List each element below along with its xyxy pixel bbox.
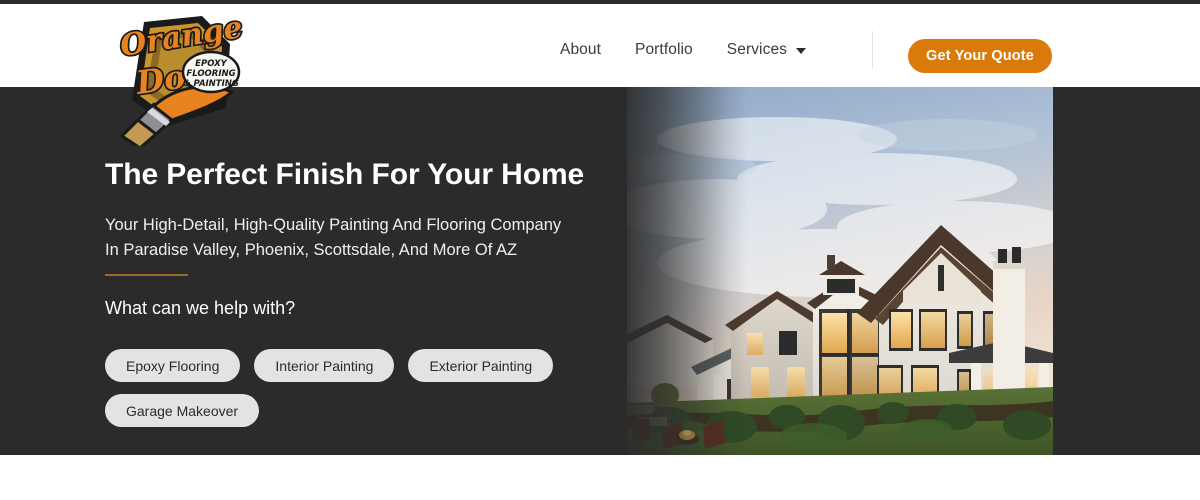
logo-badge-line-3: & PAINTING bbox=[183, 79, 239, 89]
service-chip-group: Epoxy Flooring Interior Painting Exterio… bbox=[105, 349, 605, 427]
logo-badge-line-2: FLOORING bbox=[186, 69, 235, 79]
chevron-down-icon bbox=[796, 47, 807, 54]
below-hero-band bbox=[0, 455, 1200, 500]
hero-prompt: What can we help with? bbox=[105, 298, 296, 318]
orange-door-logo-icon[interactable]: Orange Door EPOXY FLOORING & PAINTING bbox=[98, 8, 248, 146]
landing-page: About Portfolio Services Get Your Quote bbox=[0, 0, 1200, 500]
logo-badge-line-1: EPOXY bbox=[195, 59, 228, 69]
hero-photo bbox=[627, 87, 1053, 455]
hero-subtitle: Your High-Detail, High-Quality Painting … bbox=[105, 213, 625, 263]
header-divider bbox=[872, 31, 873, 69]
nav-item-about[interactable]: About bbox=[560, 41, 601, 59]
nav-item-label: Portfolio bbox=[635, 40, 693, 58]
get-quote-button[interactable]: Get Your Quote bbox=[908, 39, 1052, 73]
nav-item-label: Services bbox=[726, 40, 788, 58]
nav-item-label: About bbox=[560, 40, 602, 58]
hero-subtitle-line-2: In Paradise Valley, Phoenix, Scottsdale,… bbox=[105, 241, 518, 259]
service-chip-epoxy-flooring[interactable]: Epoxy Flooring bbox=[105, 349, 241, 382]
accent-divider bbox=[105, 274, 188, 276]
primary-nav: About Portfolio Services bbox=[560, 8, 807, 91]
hero-subtitle-line-1: Your High-Detail, High-Quality Painting … bbox=[105, 216, 562, 234]
nav-item-portfolio[interactable]: Portfolio bbox=[635, 41, 693, 59]
service-chip-exterior-painting[interactable]: Exterior Painting bbox=[408, 349, 554, 382]
page-title: The Perfect Finish For Your Home bbox=[105, 158, 585, 191]
nav-item-services[interactable]: Services bbox=[726, 40, 807, 59]
service-chip-garage-makeover[interactable]: Garage Makeover bbox=[105, 394, 260, 427]
service-chip-interior-painting[interactable]: Interior Painting bbox=[254, 349, 395, 382]
